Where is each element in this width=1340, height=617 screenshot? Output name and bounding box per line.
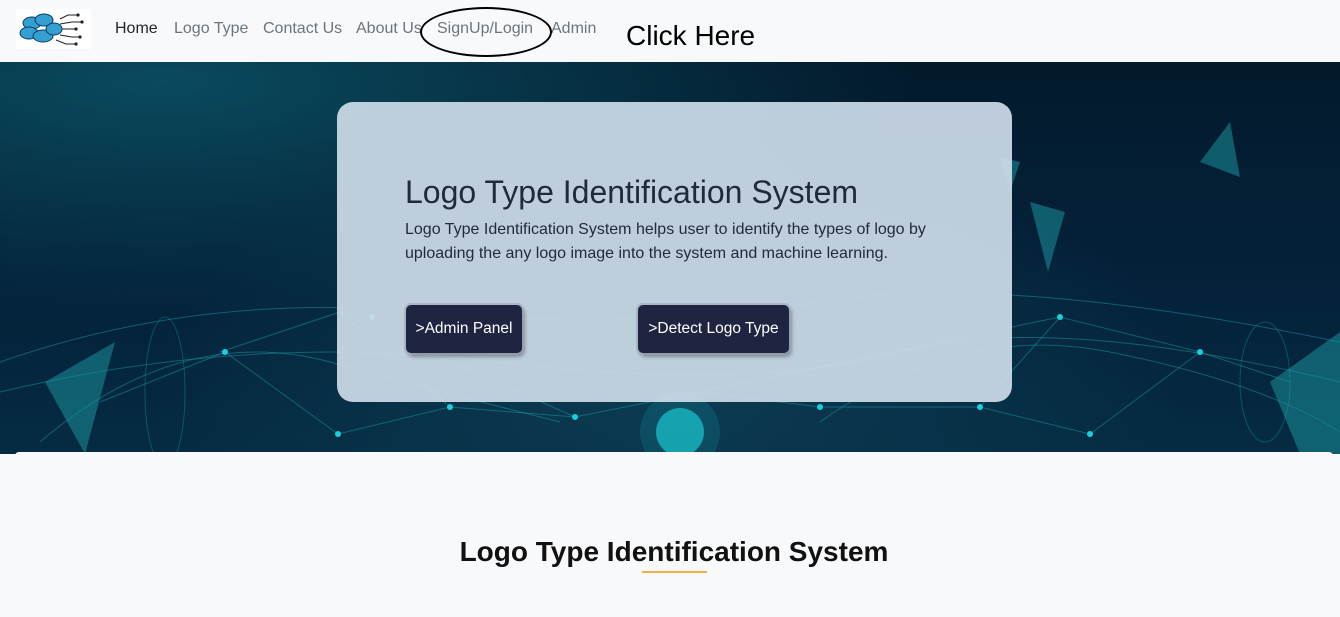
hero-section: Logo Type Identification System Logo Typ… bbox=[0, 62, 1340, 454]
nav-signup-login-link[interactable]: SignUp/Login bbox=[437, 20, 533, 38]
section-title: Logo Type Identification System bbox=[459, 536, 889, 567]
hero-description: Logo Type Identification System helps us… bbox=[405, 221, 926, 262]
about-section: Logo Type Identification System bbox=[15, 452, 1333, 617]
nav-about-link[interactable]: About Us bbox=[356, 20, 422, 38]
nav-admin-link[interactable]: Admin bbox=[551, 20, 596, 38]
title-underline bbox=[642, 571, 707, 573]
nav-logo-type-link[interactable]: Logo Type bbox=[174, 20, 248, 38]
brand-logo[interactable] bbox=[16, 9, 91, 49]
admin-panel-button[interactable]: >Admin Panel bbox=[406, 305, 522, 353]
nav-home-link[interactable]: Home bbox=[115, 20, 158, 38]
nav-contact-link[interactable]: Contact Us bbox=[263, 20, 342, 38]
hero-card: Logo Type Identification System Logo Typ… bbox=[337, 102, 1012, 402]
cloud-circuit-icon bbox=[19, 13, 84, 46]
hero-title: Logo Type Identification System bbox=[405, 174, 859, 210]
detect-logo-type-button[interactable]: >Detect Logo Type bbox=[638, 305, 789, 353]
top-navbar: Home Logo Type Contact Us About Us SignU… bbox=[0, 0, 1340, 62]
click-here-annotation: Click Here bbox=[626, 20, 756, 51]
